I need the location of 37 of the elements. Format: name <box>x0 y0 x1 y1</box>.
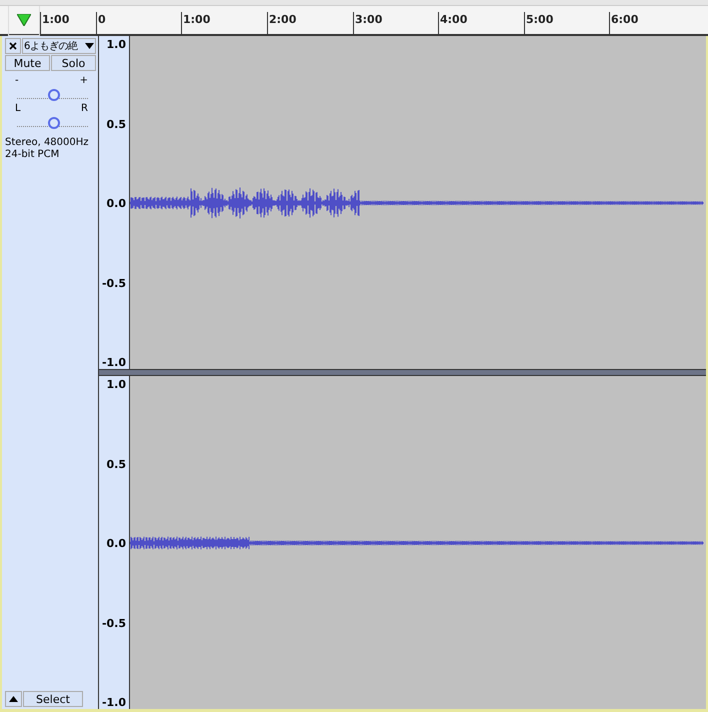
slider-label: R <box>81 103 88 114</box>
triangle-icon <box>17 14 31 26</box>
time-label: 6:00 <box>611 13 638 26</box>
caret-icon <box>85 43 94 49</box>
track-name-menu[interactable]: 6よもぎの絶 <box>22 38 96 54</box>
track-info-text: Stereo, 48000Hz <box>5 137 90 149</box>
close-button[interactable] <box>5 38 21 54</box>
time-label: 5:00 <box>526 13 554 26</box>
scale-label: -0.5 <box>102 276 126 290</box>
mute-button[interactable]: Mute <box>5 55 50 71</box>
solo-button[interactable]: Solo <box>51 55 96 71</box>
time-label: 0 <box>98 13 106 26</box>
close-icon <box>9 42 17 50</box>
slider-thumb[interactable] <box>48 117 60 129</box>
timeline-ruler[interactable]: 1:00 0 1:00 2:00 3:00 4:00 5:00 6:00 <box>0 0 708 36</box>
scale-label: 0.5 <box>106 458 126 470</box>
slider-label: L <box>15 103 21 114</box>
scale-label: -1.0 <box>102 356 126 369</box>
collapse-button[interactable] <box>5 691 22 707</box>
slider-label: + <box>80 75 88 86</box>
slider-label: - <box>15 75 19 86</box>
scale-label: 0.0 <box>106 537 126 550</box>
select-button[interactable]: Select <box>23 691 83 707</box>
time-label: 2:00 <box>269 13 296 26</box>
time-label: 4:00 <box>440 13 468 26</box>
scale-label: 1.0 <box>106 38 126 51</box>
time-label: 1:00 <box>42 13 70 26</box>
scale-label: -1.0 <box>102 696 126 709</box>
up-triangle-icon <box>9 696 18 702</box>
track-info-text: 24-bit PCM <box>5 149 60 161</box>
time-label: 1:00 <box>183 13 210 26</box>
time-label: 3:00 <box>355 13 382 26</box>
scale-label: 1.0 <box>106 378 126 391</box>
scale-label: -0.5 <box>102 616 126 630</box>
slider-thumb[interactable] <box>48 89 60 101</box>
scale-label: 0.5 <box>106 118 126 130</box>
scale-label: 0.0 <box>106 197 126 210</box>
